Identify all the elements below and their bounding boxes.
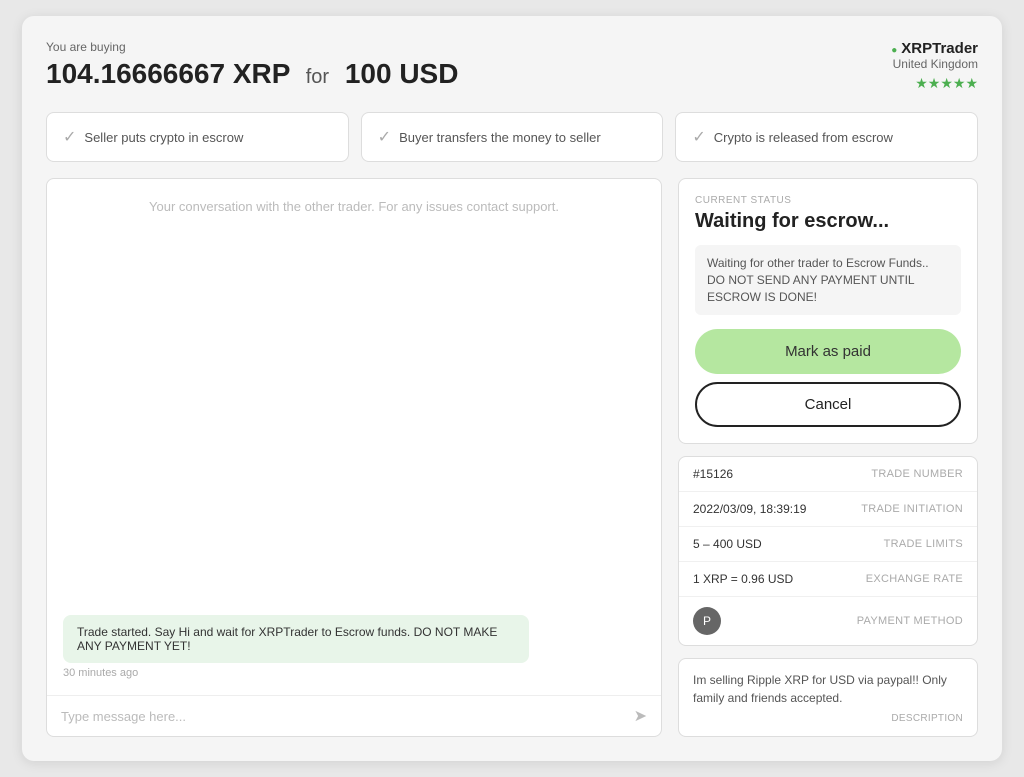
step-1: ✓ Seller puts crypto in escrow [46, 112, 349, 162]
message-time: 30 minutes ago [63, 667, 645, 679]
for-text: for [306, 66, 329, 88]
payment-method-icon: P [693, 607, 721, 635]
crypto-amount: 104.16666667 XRP [46, 58, 290, 89]
cancel-button[interactable]: Cancel [695, 382, 961, 427]
steps-bar: ✓ Seller puts crypto in escrow ✓ Buyer t… [46, 112, 978, 162]
trade-details: #15126 TRADE NUMBER 2022/03/09, 18:39:19… [678, 456, 978, 646]
trade-limits-label: TRADE LIMITS [884, 538, 963, 550]
right-panel: CURRENT STATUS Waiting for escrow... Wai… [678, 178, 978, 737]
description-label: DESCRIPTION [693, 713, 963, 724]
trade-number-value: #15126 [693, 467, 733, 481]
mark-paid-button[interactable]: Mark as paid [695, 329, 961, 374]
table-row: 5 – 400 USD TRADE LIMITS [679, 527, 977, 562]
step-2-check-icon: ✓ [378, 127, 391, 147]
chat-input[interactable] [61, 709, 626, 724]
exchange-rate-label: EXCHANGE RATE [866, 573, 963, 585]
chat-input-row: ➤ [47, 695, 661, 736]
step-3-check-icon: ✓ [692, 127, 705, 147]
table-row: 2022/03/09, 18:39:19 TRADE INITIATION [679, 492, 977, 527]
fiat-amount: 100 USD [345, 58, 459, 89]
system-message: Trade started. Say Hi and wait for XRPTr… [63, 615, 529, 663]
buying-label: You are buying [46, 40, 458, 54]
content-area: Your conversation with the other trader.… [46, 178, 978, 737]
chat-message-area: Trade started. Say Hi and wait for XRPTr… [47, 214, 661, 695]
step-3: ✓ Crypto is released from escrow [675, 112, 978, 162]
description-box: Im selling Ripple XRP for USD via paypal… [678, 658, 978, 737]
step-2-label: Buyer transfers the money to seller [399, 130, 601, 145]
trader-info: XRPTrader United Kingdom ★★★★★ [891, 40, 978, 92]
send-icon[interactable]: ➤ [634, 706, 647, 726]
list-item: Trade started. Say Hi and wait for XRPTr… [63, 615, 645, 679]
escrow-warning: Waiting for other trader to Escrow Funds… [695, 245, 961, 315]
trade-limits-value: 5 – 400 USD [693, 537, 762, 551]
status-box: CURRENT STATUS Waiting for escrow... Wai… [678, 178, 978, 444]
trade-initiation-label: TRADE INITIATION [861, 503, 963, 515]
step-1-label: Seller puts crypto in escrow [84, 130, 243, 145]
status-heading: Waiting for escrow... [695, 210, 961, 233]
trader-name: XRPTrader [891, 40, 978, 57]
trade-title: 104.16666667 XRP for 100 USD [46, 58, 458, 90]
main-container: You are buying 104.16666667 XRP for 100 … [22, 16, 1002, 761]
top-bar: You are buying 104.16666667 XRP for 100 … [46, 40, 978, 92]
trader-location: United Kingdom [891, 57, 978, 71]
buying-section: You are buying 104.16666667 XRP for 100 … [46, 40, 458, 90]
table-row: 1 XRP = 0.96 USD EXCHANGE RATE [679, 562, 977, 597]
table-row: P PAYMENT METHOD [679, 597, 977, 645]
exchange-rate-value: 1 XRP = 0.96 USD [693, 572, 793, 586]
step-2: ✓ Buyer transfers the money to seller [361, 112, 664, 162]
current-status-label: CURRENT STATUS [695, 195, 961, 206]
chat-panel: Your conversation with the other trader.… [46, 178, 662, 737]
trade-number-label: TRADE NUMBER [871, 468, 963, 480]
chat-top-placeholder: Your conversation with the other trader.… [47, 179, 661, 214]
step-1-check-icon: ✓ [63, 127, 76, 147]
payment-method-label: PAYMENT METHOD [857, 615, 963, 627]
table-row: #15126 TRADE NUMBER [679, 457, 977, 492]
trader-stars: ★★★★★ [891, 75, 978, 92]
description-text: Im selling Ripple XRP for USD via paypal… [693, 671, 963, 707]
trade-initiation-value: 2022/03/09, 18:39:19 [693, 502, 806, 516]
step-3-label: Crypto is released from escrow [714, 130, 893, 145]
